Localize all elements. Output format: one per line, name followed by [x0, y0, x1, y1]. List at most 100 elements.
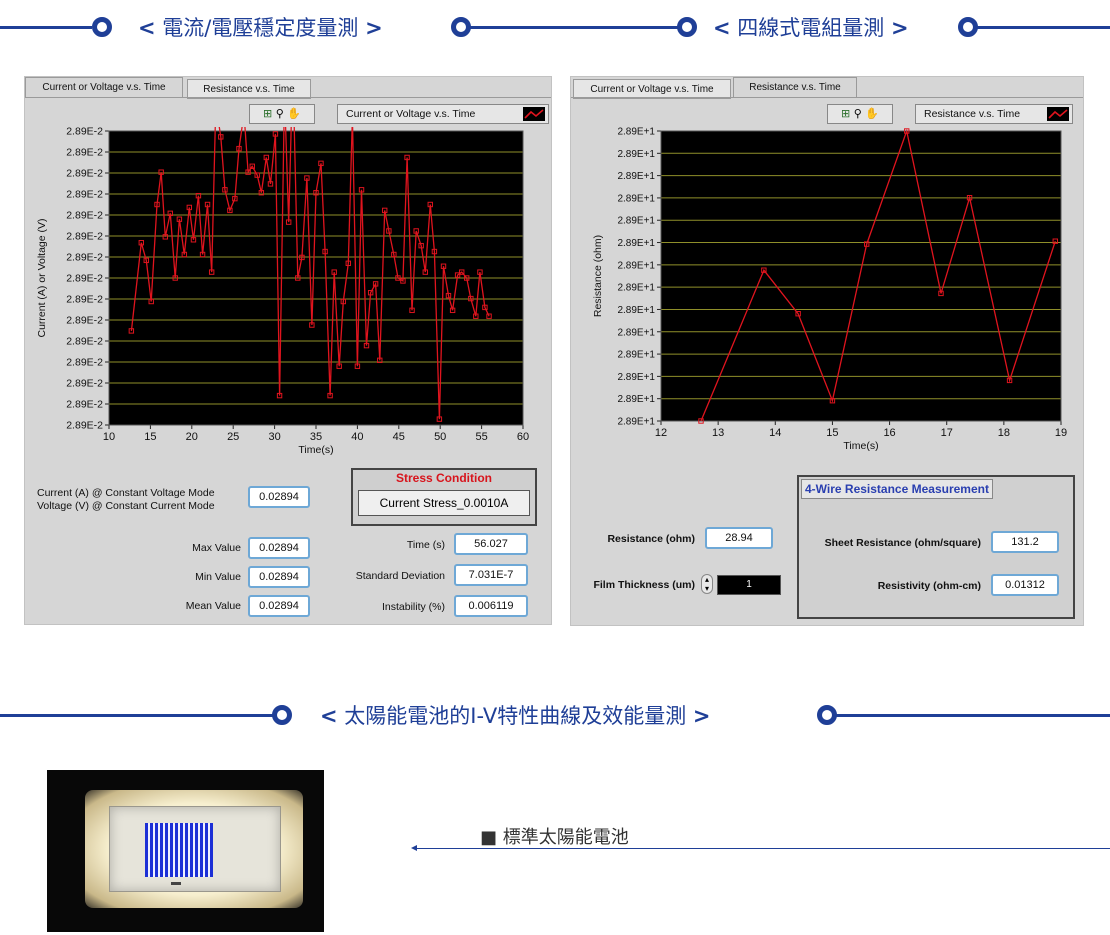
instability-label: Instability (%): [381, 601, 445, 613]
tab-resistance-time[interactable]: Resistance v.s. Time: [733, 77, 857, 97]
y-tick-label: 2.89E-2: [66, 294, 103, 306]
max-value-field[interactable]: 0.02894: [248, 537, 310, 559]
zoom-grid-icon[interactable]: ⊞: [841, 107, 850, 120]
divider-line: [0, 714, 274, 717]
y-tick-label: 2.89E+1: [617, 350, 655, 361]
plot-legend[interactable]: Resistance v.s. Time: [915, 104, 1073, 124]
y-tick-label: 2.89E-2: [66, 147, 103, 159]
x-tick-label: 35: [310, 431, 322, 443]
y-tick-label: 2.89E-2: [66, 420, 103, 432]
solar-cell-photo: [47, 770, 324, 932]
legend-trace-icon: [523, 107, 545, 121]
pan-hand-icon[interactable]: ✋: [287, 107, 301, 120]
x-tick-label: 19: [1055, 427, 1067, 439]
y-tick-label: 2.89E-2: [66, 378, 103, 390]
solar-caption: ■ 標準太陽能電池: [480, 827, 629, 848]
x-tick-label: 60: [517, 431, 529, 443]
measurement-title: 4-Wire Resistance Measurement: [801, 479, 993, 499]
stability-panel: Current or Voltage v.s. Time Resistance …: [24, 76, 552, 625]
resistance-chart[interactable]: 2.89E+1 2.89E+1 2.89E+1 2.89E+1 2.89E+1 2.89E…: [571, 127, 1083, 465]
circle-marker-icon: [272, 705, 292, 725]
circle-marker-icon: [817, 705, 837, 725]
x-tick-label: 16: [883, 427, 895, 439]
x-tick-label: 15: [144, 431, 156, 443]
tab-resistance-time[interactable]: Resistance v.s. Time: [187, 79, 311, 99]
y-tick-label: 2.89E+1: [617, 171, 655, 182]
resistivity-field[interactable]: 0.01312: [991, 574, 1059, 596]
four-wire-panel: Current or Voltage v.s. Time Resistance …: [570, 76, 1084, 626]
heading-stability-label: 電流/電壓穩定度量測: [162, 16, 359, 40]
y-tick-label: 2.89E-2: [66, 127, 103, 138]
graph-tools[interactable]: ⊞ ⚲ ✋: [827, 104, 893, 124]
pointer-arrow-icon: [411, 845, 417, 851]
y-tick-label: 2.89E-2: [66, 399, 103, 411]
circle-marker-icon: [92, 17, 112, 37]
x-tick-label: 10: [103, 431, 115, 443]
tab-current-voltage-time[interactable]: Current or Voltage v.s. Time: [25, 77, 183, 97]
mean-value-label: Mean Value: [185, 600, 241, 612]
x-axis-label: Time(s): [843, 440, 878, 452]
y-tick-label: 2.89E+1: [617, 127, 655, 138]
stress-value: Current Stress_0.0010A: [358, 490, 530, 516]
graph-tools[interactable]: ⊞ ⚲ ✋: [249, 104, 315, 124]
stress-condition-box: Stress Condition Current Stress_0.0010A: [351, 468, 537, 526]
std-deviation-field[interactable]: 7.031E-7: [454, 564, 528, 586]
x-axis-label: Time(s): [298, 444, 333, 456]
resistivity-label: Resistivity (ohm-cm): [877, 580, 981, 592]
plot-legend[interactable]: Current or Voltage v.s. Time: [337, 104, 549, 124]
x-tick-label: 45: [393, 431, 405, 443]
x-tick-label: 20: [186, 431, 198, 443]
zoom-grid-icon[interactable]: ⊞: [263, 107, 272, 120]
divider-line: [977, 26, 1110, 29]
zoom-icon[interactable]: ⚲: [854, 107, 862, 120]
resistance-field[interactable]: 28.94: [705, 527, 773, 549]
y-tick-label: 2.89E+1: [617, 417, 655, 428]
heading-solar-label: 太陽能電池的I-V特性曲線及效能量測: [344, 704, 687, 728]
sheet-resistance-label: Sheet Resistance (ohm/square): [824, 537, 981, 549]
x-tick-label: 12: [655, 427, 667, 439]
x-tick-label: 30: [268, 431, 280, 443]
film-thickness-stepper[interactable]: ▴ ▾: [701, 574, 713, 594]
stress-title: Stress Condition: [395, 471, 492, 485]
time-value-field[interactable]: 56.027: [454, 533, 528, 555]
zoom-icon[interactable]: ⚲: [276, 107, 284, 120]
x-tick-label: 17: [941, 427, 953, 439]
divider-line: [470, 26, 680, 29]
y-tick-label: 2.89E+1: [617, 260, 655, 271]
sheet-resistance-field[interactable]: 131.2: [991, 531, 1059, 553]
pan-hand-icon[interactable]: ✋: [865, 107, 879, 120]
y-tick-label: 2.89E+1: [617, 372, 655, 383]
legend-label: Current or Voltage v.s. Time: [346, 108, 476, 120]
y-tick-label: 2.89E+1: [617, 305, 655, 316]
y-tick-label: 2.89E+1: [617, 149, 655, 160]
y-axis-label: Current (A) or Voltage (V): [36, 218, 48, 337]
current-voltage-chart[interactable]: 2.89E-2 2.89E-2 2.89E-2 2.89E-2 2.89E-2 2.89E…: [25, 127, 551, 487]
mean-value-field[interactable]: 0.02894: [248, 595, 310, 617]
film-thickness-label: Film Thickness (um): [593, 579, 695, 591]
y-tick-label: 2.89E+1: [617, 216, 655, 227]
x-tick-label: 50: [434, 431, 446, 443]
tab-current-voltage-time[interactable]: Current or Voltage v.s. Time: [573, 79, 731, 99]
instability-field[interactable]: 0.006119: [454, 595, 528, 617]
y-tick-label: 2.89E-2: [66, 231, 103, 243]
min-value-field[interactable]: 0.02894: [248, 566, 310, 588]
y-tick-label: 2.89E-2: [66, 252, 103, 264]
resistance-label: Resistance (ohm): [607, 533, 695, 545]
x-tick-label: 40: [351, 431, 363, 443]
circle-marker-icon: [451, 17, 471, 37]
legend-label: Resistance v.s. Time: [924, 108, 1021, 120]
film-thickness-field[interactable]: 1: [717, 575, 781, 595]
circle-marker-icon: [677, 17, 697, 37]
x-tick-label: 15: [826, 427, 838, 439]
y-tick-label: 2.89E+1: [617, 327, 655, 338]
y-tick-label: 2.89E-2: [66, 210, 103, 222]
y-axis-label: Resistance (ohm): [592, 235, 604, 317]
x-tick-label: 18: [998, 427, 1010, 439]
std-deviation-label: Standard Deviation: [355, 570, 445, 582]
y-tick-label: 2.89E-2: [66, 273, 103, 285]
heading-four-wire-label: 四線式電組量測: [737, 16, 885, 40]
circle-marker-icon: [958, 17, 978, 37]
x-tick-label: 13: [712, 427, 724, 439]
legend-trace-icon: [1047, 107, 1069, 121]
mode-value-field[interactable]: 0.02894: [248, 486, 310, 508]
